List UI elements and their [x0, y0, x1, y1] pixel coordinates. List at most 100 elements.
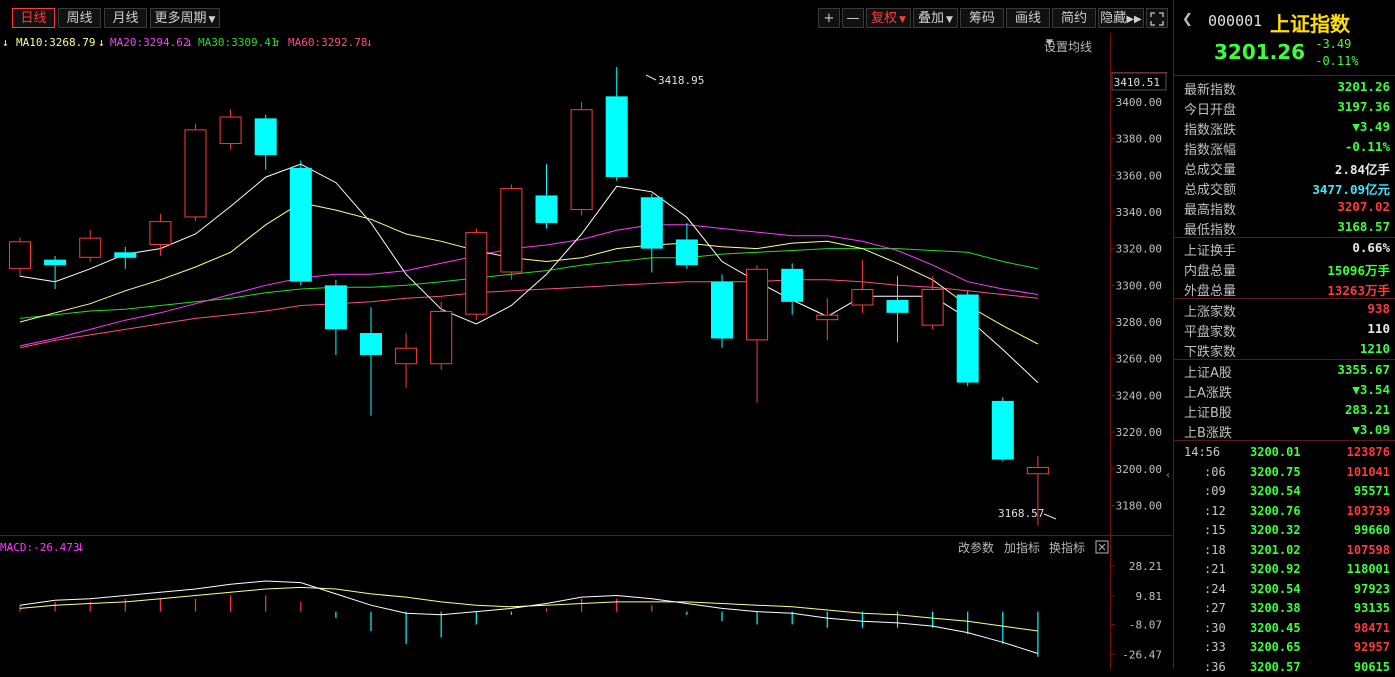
tick-time: :09: [1204, 484, 1226, 498]
stat-value: 3201.26: [1337, 79, 1390, 94]
macd-dea-line: [20, 587, 1038, 631]
candle-body: [185, 130, 206, 217]
candle-body: [114, 252, 136, 258]
stat-value: 3197.36: [1337, 99, 1390, 114]
stat-value: 3355.67: [1337, 362, 1390, 377]
index-change: -3.49: [1308, 37, 1351, 51]
candle-body: [641, 197, 663, 248]
candle: [922, 276, 943, 329]
tick-volume: 99660: [1354, 523, 1390, 537]
candle-body: [10, 242, 31, 269]
stat-value: 1210: [1360, 341, 1390, 356]
candle-body: [711, 282, 733, 339]
candle: [501, 184, 522, 279]
add-indicator-button[interactable]: 加指标: [1004, 540, 1040, 555]
macd-title: MACD:-26.473: [0, 541, 79, 554]
tick-price: 3200.54: [1250, 582, 1301, 596]
macd-tick-label: -26.47: [1122, 648, 1162, 661]
stat-row: 外盘总量 13263万手: [1184, 278, 1390, 298]
kline-chart[interactable]: 3410.51 3180.003200.003220.003240.003260…: [0, 0, 1172, 669]
tick-row: :063200.75101041: [1174, 463, 1395, 483]
candle: [571, 102, 592, 216]
stat-label: 上证B股: [1184, 402, 1232, 421]
macd-axis: 28.219.81-8.07-26.47: [1110, 560, 1162, 661]
stat-row: 总成交量2.84亿手: [1184, 157, 1390, 177]
stat-row: 上证A股 3355.67: [1184, 360, 1390, 380]
stat-label: 最高指数: [1184, 199, 1236, 218]
stat-value: 13263万手: [1327, 280, 1390, 299]
switch-indicator-button[interactable]: 换指标: [1049, 540, 1085, 555]
stat-label: 上A涨跌: [1184, 382, 1232, 401]
candle: [676, 223, 698, 269]
index-change-pct: -0.11%: [1308, 54, 1359, 68]
separator: [1174, 75, 1395, 76]
ma30-line: [20, 249, 1038, 319]
stat-row: 上证换手0.66%: [1184, 238, 1390, 258]
high-arrow-icon: [646, 75, 656, 80]
candle-body: [606, 96, 628, 177]
back-arrow-icon[interactable]: ❮: [1182, 12, 1193, 27]
stat-label: 上证A股: [1184, 362, 1232, 381]
candle: [957, 291, 979, 386]
tick-time: :12: [1204, 504, 1226, 518]
stat-row: 上B涨跌▼3.09: [1184, 420, 1390, 440]
tick-volume: 92957: [1354, 640, 1390, 654]
panel-collapse-icon[interactable]: ‹: [1166, 470, 1170, 481]
candle-body: [396, 348, 417, 364]
macd-arrow-icon: ↓: [76, 541, 85, 554]
candle-body: [431, 312, 452, 364]
tick-price: 3200.01: [1250, 445, 1301, 459]
change-params-button[interactable]: 改参数: [958, 540, 994, 555]
tick-price: 3200.45: [1250, 621, 1301, 635]
candle-body: [466, 233, 487, 315]
candle-body: [360, 333, 382, 355]
tick-volume: 101041: [1347, 465, 1390, 479]
candle-body: [747, 269, 768, 340]
tick-volume: 123876: [1347, 445, 1390, 459]
candle-body: [781, 269, 803, 302]
tick-price: 3200.32: [1250, 523, 1301, 537]
tick-price: 3200.76: [1250, 504, 1301, 518]
stat-row: 指数涨跌▼3.49: [1184, 117, 1390, 137]
candle-body: [44, 260, 66, 266]
stat-label: 上证换手: [1184, 240, 1236, 259]
candle: [431, 302, 452, 370]
candle-body: [817, 315, 838, 320]
stat-value: 3168.57: [1337, 219, 1390, 234]
stat-value: 938: [1367, 301, 1390, 316]
candle: [781, 263, 803, 314]
candle: [641, 194, 663, 273]
close-indicator-button[interactable]: [1096, 541, 1108, 553]
tick-price: 3200.57: [1250, 660, 1301, 674]
candle: [44, 256, 66, 289]
stat-row: 内盘总量15096万手: [1184, 258, 1390, 278]
stat-value: 3207.02: [1337, 199, 1390, 214]
stat-label: 最新指数: [1184, 79, 1236, 98]
stat-label: 上涨家数: [1184, 301, 1236, 320]
candle: [10, 238, 31, 277]
tick-price: 3201.02: [1250, 543, 1301, 557]
candle: [852, 260, 873, 313]
candle: [255, 115, 277, 170]
macd-tick-label: 9.81: [1136, 590, 1163, 603]
stat-label: 平盘家数: [1184, 321, 1236, 340]
stat-label: 下跌家数: [1184, 341, 1236, 360]
tick-price: 3200.38: [1250, 601, 1301, 615]
ma10-line: [20, 203, 1038, 344]
candle-body: [852, 289, 873, 305]
stat-label: 外盘总量: [1184, 280, 1236, 299]
stat-row: 最高指数 3207.02: [1184, 197, 1390, 217]
stat-label: 今日开盘: [1184, 99, 1236, 118]
ma5-line: [20, 164, 1038, 382]
tick-price: 3200.65: [1250, 640, 1301, 654]
tick-row: :243200.5497923: [1174, 580, 1395, 600]
price-tick-label: 3200.00: [1116, 463, 1162, 476]
stat-label: 总成交额: [1184, 179, 1236, 198]
candle-body: [501, 189, 522, 272]
candle: [185, 124, 206, 221]
tick-row: :333200.6592957: [1174, 638, 1395, 658]
tick-volume: 107598: [1347, 543, 1390, 557]
candle: [220, 109, 241, 149]
candle-body: [571, 110, 592, 210]
price-tick-label: 3340.00: [1116, 206, 1162, 219]
